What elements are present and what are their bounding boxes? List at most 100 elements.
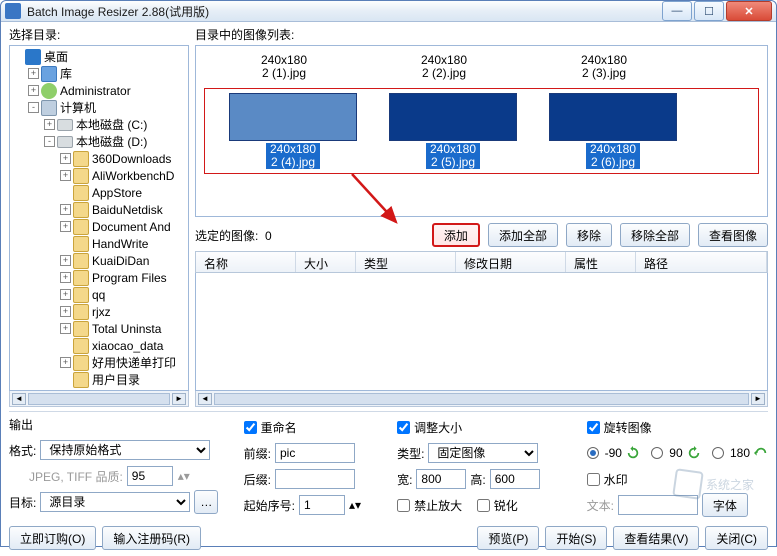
list-header[interactable]: 名称 大小 类型 修改日期 属性 路径 [195, 251, 768, 273]
width-input[interactable] [416, 469, 466, 489]
add-button[interactable]: 添加 [432, 223, 480, 247]
view-image-button[interactable]: 查看图像 [698, 223, 768, 247]
rotate-90-radio[interactable] [651, 447, 663, 459]
tree-item[interactable]: +好用快递单打印 [10, 354, 188, 371]
folder-tree[interactable]: 桌面+库+Administrator-计算机+本地磁盘 (C:)-本地磁盘 (D… [9, 45, 189, 391]
close-app-button[interactable]: 关闭(C) [705, 526, 768, 550]
results-button[interactable]: 查看结果(V) [613, 526, 699, 550]
folder-icon [73, 202, 89, 218]
col-path[interactable]: 路径 [636, 252, 767, 272]
rename-checkbox[interactable] [244, 421, 257, 434]
tree-item[interactable]: 用户目录 [10, 371, 188, 388]
suffix-input[interactable] [275, 469, 355, 489]
scroll-thumb[interactable] [214, 393, 749, 405]
sharpen-checkbox[interactable] [477, 499, 490, 512]
tree-item[interactable]: +Document And [10, 218, 188, 235]
expand-icon[interactable]: + [60, 357, 71, 368]
scroll-left-icon[interactable]: ◄ [198, 393, 212, 405]
user-icon [41, 83, 57, 99]
thumbnail[interactable]: 240x1802 (3).jpg [536, 52, 672, 82]
tree-item[interactable]: +Program Files [10, 269, 188, 286]
thumb-caption: 240x1802 (3).jpg [581, 54, 627, 80]
expand-icon[interactable]: - [28, 102, 39, 113]
thumbnail[interactable]: 240x1802 (2).jpg [376, 52, 512, 82]
quality-input[interactable] [127, 466, 173, 486]
preview-button[interactable]: 预览(P) [477, 526, 539, 550]
format-select[interactable]: 保持原始格式 [40, 440, 210, 460]
col-modified[interactable]: 修改日期 [456, 252, 566, 272]
col-name[interactable]: 名称 [196, 252, 296, 272]
prefix-input[interactable] [275, 443, 355, 463]
add-all-button[interactable]: 添加全部 [488, 223, 558, 247]
height-input[interactable] [490, 469, 540, 489]
resize-checkbox[interactable] [397, 421, 410, 434]
thumbnail[interactable]: 240x1802 (6).jpg [545, 93, 681, 169]
order-button[interactable]: 立即订购(O) [9, 526, 96, 550]
register-button[interactable]: 输入注册码(R) [102, 526, 201, 550]
expand-icon[interactable]: + [60, 170, 71, 181]
folder-icon [73, 355, 89, 371]
folder-icon [73, 236, 89, 252]
tree-item[interactable]: -计算机 [10, 99, 188, 116]
close-button[interactable]: ✕ [726, 1, 772, 21]
expand-icon[interactable]: + [60, 153, 71, 164]
tree-item[interactable]: +BaiduNetdisk [10, 201, 188, 218]
font-button[interactable]: 字体 [702, 493, 748, 517]
tree-item[interactable]: HandWrite [10, 235, 188, 252]
minimize-button[interactable]: — [662, 1, 692, 21]
expand-icon[interactable]: + [44, 119, 55, 130]
expand-icon[interactable]: + [60, 255, 71, 266]
file-list[interactable] [195, 273, 768, 391]
target-select[interactable]: 源目录 [40, 492, 190, 512]
no-enlarge-checkbox[interactable] [397, 499, 410, 512]
browse-target-button[interactable]: … [194, 490, 218, 514]
tree-item[interactable]: +Administrator [10, 82, 188, 99]
rotate-ccw-icon [626, 446, 640, 460]
rotate-neg90-radio[interactable] [587, 447, 599, 459]
tree-item[interactable]: AppStore [10, 184, 188, 201]
col-size[interactable]: 大小 [296, 252, 356, 272]
thumbnail[interactable]: 240x1802 (5).jpg [385, 93, 521, 169]
start-button[interactable]: 开始(S) [545, 526, 607, 550]
expand-icon[interactable]: + [60, 323, 71, 334]
col-attr[interactable]: 属性 [566, 252, 636, 272]
expand-icon[interactable]: + [60, 289, 71, 300]
tree-item[interactable]: xiaocao_data [10, 337, 188, 354]
tree-item[interactable]: +Total Uninsta [10, 320, 188, 337]
titlebar[interactable]: Batch Image Resizer 2.88(试用版) — ☐ ✕ [1, 1, 776, 22]
width-label: 宽: [397, 471, 412, 488]
resize-type-select[interactable]: 固定图像 [428, 443, 538, 463]
thumbnail[interactable]: 240x1802 (4).jpg [225, 93, 361, 169]
scroll-right-icon[interactable]: ► [751, 393, 765, 405]
scroll-thumb[interactable] [28, 393, 170, 405]
rotate-180-radio[interactable] [712, 447, 724, 459]
thumbnail[interactable]: 240x1802 (1).jpg [216, 52, 352, 82]
tree-item[interactable]: +库 [10, 65, 188, 82]
tree-hscroll[interactable]: ◄ ► [9, 391, 189, 407]
expand-icon[interactable]: + [60, 272, 71, 283]
expand-icon[interactable]: + [28, 68, 39, 79]
expand-icon[interactable]: + [28, 85, 39, 96]
expand-icon[interactable]: + [60, 204, 71, 215]
tree-item[interactable]: -本地磁盘 (D:) [10, 133, 188, 150]
scroll-right-icon[interactable]: ► [172, 393, 186, 405]
expand-icon[interactable]: + [60, 306, 71, 317]
watermark-checkbox[interactable] [587, 473, 600, 486]
tree-item[interactable]: 桌面 [10, 48, 188, 65]
expand-icon[interactable]: - [44, 136, 55, 147]
tree-item[interactable]: +360Downloads [10, 150, 188, 167]
tree-item[interactable]: +KuaiDiDan [10, 252, 188, 269]
tree-item[interactable]: +qq [10, 286, 188, 303]
list-hscroll[interactable]: ◄ ► [195, 391, 768, 407]
remove-button[interactable]: 移除 [566, 223, 612, 247]
remove-all-button[interactable]: 移除全部 [620, 223, 690, 247]
tree-item[interactable]: +本地磁盘 (C:) [10, 116, 188, 133]
col-type[interactable]: 类型 [356, 252, 456, 272]
rotate-checkbox[interactable] [587, 421, 600, 434]
maximize-button[interactable]: ☐ [694, 1, 724, 21]
tree-item[interactable]: +rjxz [10, 303, 188, 320]
scroll-left-icon[interactable]: ◄ [12, 393, 26, 405]
tree-item[interactable]: +AliWorkbenchD [10, 167, 188, 184]
expand-icon[interactable]: + [60, 221, 71, 232]
start-index-input[interactable] [299, 495, 345, 515]
